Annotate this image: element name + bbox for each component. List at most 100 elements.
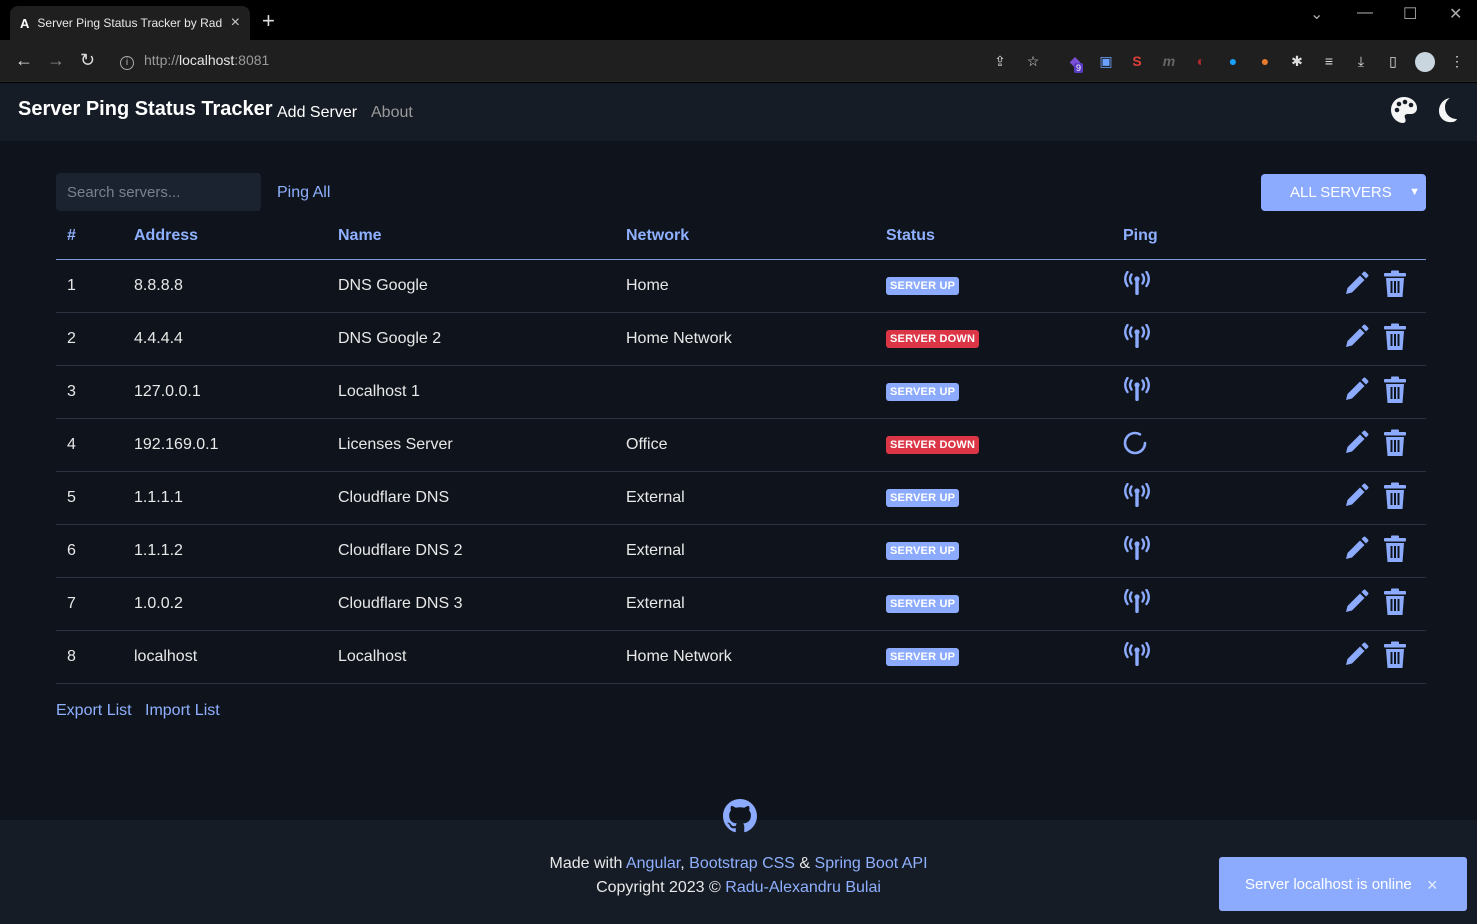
ping-signal-icon[interactable] [1122, 270, 1152, 297]
toast-notification: Server localhost is online × [1219, 857, 1467, 911]
side-panel-icon[interactable]: ▯ [1384, 52, 1402, 70]
row-name: Localhost 1 [338, 383, 420, 400]
close-window-icon[interactable]: ✕ [1449, 4, 1462, 24]
edit-pencil-icon[interactable] [1343, 377, 1369, 403]
delete-trash-icon[interactable] [1383, 376, 1407, 404]
extension-icon[interactable]: ● [1256, 52, 1274, 70]
author-link[interactable]: Radu-Alexandru Bulai [725, 879, 881, 896]
spring-boot-link[interactable]: Spring Boot API [815, 855, 928, 872]
minimize-icon[interactable]: — [1357, 4, 1373, 22]
dark-mode-moon-icon[interactable] [1431, 95, 1461, 125]
table-row: 7 1.0.0.2 Cloudflare DNS 3 External SERVER U… [56, 578, 1426, 631]
tab-close-icon[interactable]: × [231, 14, 240, 32]
extension-icon[interactable]: ● [1224, 52, 1242, 70]
ampersand-text: & [799, 855, 811, 872]
edit-pencil-icon[interactable] [1343, 324, 1369, 350]
made-with-text: Made with [549, 855, 623, 872]
export-list-link[interactable]: Export List [56, 702, 132, 720]
delete-trash-icon[interactable] [1383, 535, 1407, 563]
header-network: Network [626, 227, 690, 244]
edit-pencil-icon[interactable] [1343, 536, 1369, 562]
row-network: External [626, 542, 685, 559]
edit-pencil-icon[interactable] [1343, 483, 1369, 509]
bookmark-star-icon[interactable]: ☆ [1024, 52, 1042, 70]
bootstrap-link[interactable]: Bootstrap CSS [689, 855, 795, 872]
palette-icon[interactable] [1389, 95, 1419, 125]
extension-icon[interactable]: S [1128, 52, 1146, 70]
browser-menu-icon[interactable]: ⋮ [1448, 52, 1466, 70]
extensions-puzzle-icon[interactable]: ✱ [1288, 52, 1306, 70]
edit-pencil-icon[interactable] [1343, 271, 1369, 297]
copyright-text: Copyright 2023 © [596, 879, 721, 896]
new-tab-icon[interactable]: + [262, 10, 275, 32]
extension-icon[interactable]: m [1160, 52, 1178, 70]
table-row: 3 127.0.0.1 Localhost 1 SERVER UP [56, 366, 1426, 419]
site-info-icon[interactable]: i [120, 56, 134, 70]
share-icon[interactable]: ⇪ [991, 52, 1009, 70]
edit-pencil-icon[interactable] [1343, 642, 1369, 668]
profile-avatar[interactable] [1415, 52, 1435, 72]
row-network: External [626, 595, 685, 612]
status-badge: SERVER DOWN [886, 436, 980, 454]
extension-icon[interactable]: ◐ [1192, 52, 1210, 70]
angular-favicon-icon: A [20, 15, 30, 31]
reload-icon[interactable]: ↻ [80, 50, 95, 71]
edit-pencil-icon[interactable] [1343, 589, 1369, 615]
download-icon[interactable]: ⤓ [1352, 52, 1370, 70]
row-network: Office [626, 436, 668, 453]
server-filter-select[interactable]: ALL SERVERS ▼ [1261, 174, 1426, 211]
delete-trash-icon[interactable] [1383, 270, 1407, 298]
status-badge: SERVER DOWN [886, 330, 980, 348]
status-badge: SERVER UP [886, 648, 960, 666]
row-name: Cloudflare DNS 3 [338, 595, 463, 612]
row-number: 1 [67, 277, 76, 294]
extension-icon[interactable]: ▣ [1097, 52, 1115, 70]
status-badge: SERVER UP [886, 277, 960, 295]
header-number: # [67, 227, 76, 244]
toast-close-icon[interactable]: × [1427, 875, 1438, 896]
ping-signal-icon[interactable] [1122, 482, 1152, 509]
row-network: Home [626, 277, 669, 294]
delete-trash-icon[interactable] [1383, 323, 1407, 351]
url-host: localhost [179, 52, 235, 68]
table-row: 2 4.4.4.4 DNS Google 2 Home Network SERVER D… [56, 313, 1426, 366]
brand-title[interactable]: Server Ping Status Tracker [18, 98, 273, 121]
table-row: 8 localhost Localhost Home Network SERVER UP [56, 631, 1426, 684]
table-row: 5 1.1.1.1 Cloudflare DNS External SERVER UP [56, 472, 1426, 525]
table-body: 1 8.8.8.8 DNS Google Home SERVER UP 2 4.4.4.4 D… [56, 260, 1426, 684]
delete-trash-icon[interactable] [1383, 429, 1407, 457]
edit-pencil-icon[interactable] [1343, 430, 1369, 456]
comma-text: , [680, 855, 685, 872]
nav-add-server[interactable]: Add Server [277, 104, 357, 122]
back-icon[interactable]: ← [15, 50, 33, 71]
status-badge: SERVER UP [886, 489, 960, 507]
ping-signal-icon[interactable] [1122, 323, 1152, 350]
tab-search-icon[interactable]: ⌄ [1310, 4, 1323, 24]
row-address: 1.1.1.1 [134, 489, 183, 506]
nav-about[interactable]: About [371, 104, 413, 122]
browser-toolbar: ← → ↻ i http://localhost:8081 ⇪ ☆ ◆ 9 ▣ S… [0, 40, 1477, 82]
row-network: Home Network [626, 648, 732, 665]
delete-trash-icon[interactable] [1383, 641, 1407, 669]
github-icon[interactable] [723, 799, 757, 833]
import-list-link[interactable]: Import List [145, 702, 220, 720]
row-address: 4.4.4.4 [134, 330, 183, 347]
loading-spinner-icon[interactable] [1122, 430, 1152, 456]
delete-trash-icon[interactable] [1383, 482, 1407, 510]
browser-tab[interactable]: A Server Ping Status Tracker by Rad × [10, 6, 250, 40]
maximize-icon[interactable]: ☐ [1403, 4, 1417, 24]
angular-link[interactable]: Angular [626, 855, 680, 872]
ping-all-button[interactable]: Ping All [277, 184, 330, 202]
search-input[interactable] [56, 173, 261, 211]
browser-tabstrip: A Server Ping Status Tracker by Rad × + … [0, 0, 1477, 40]
forward-icon[interactable]: → [47, 50, 65, 71]
address-bar[interactable]: i http://localhost:8081 [120, 52, 269, 70]
row-name: Localhost [338, 648, 407, 665]
ping-signal-icon[interactable] [1122, 535, 1152, 562]
ping-signal-icon[interactable] [1122, 588, 1152, 615]
media-control-icon[interactable]: ≡ [1320, 52, 1338, 70]
ping-signal-icon[interactable] [1122, 641, 1152, 668]
row-name: Cloudflare DNS [338, 489, 450, 506]
delete-trash-icon[interactable] [1383, 588, 1407, 616]
ping-signal-icon[interactable] [1122, 376, 1152, 403]
